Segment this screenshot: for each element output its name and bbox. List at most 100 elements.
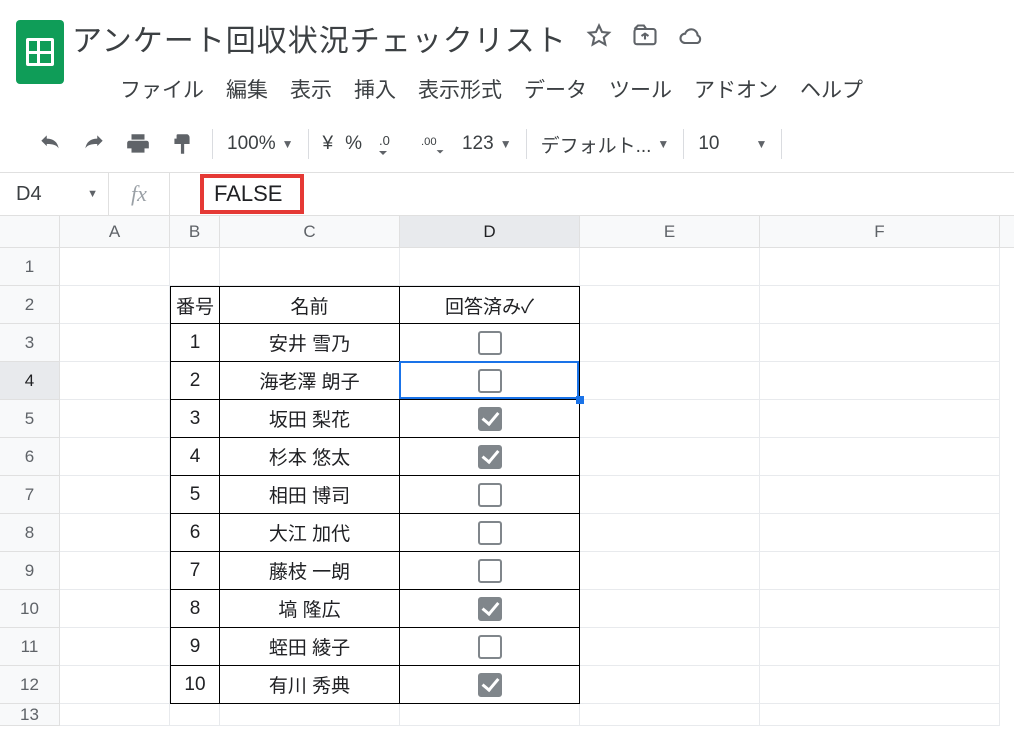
percent-button[interactable]: % [345, 133, 362, 155]
row-header-9[interactable]: 9 [0, 552, 60, 590]
cell-F5[interactable] [760, 400, 1000, 438]
row-header-10[interactable]: 10 [0, 590, 60, 628]
cell-A4[interactable] [60, 362, 170, 400]
cell-B9[interactable]: 7 [170, 552, 220, 590]
cell-A1[interactable] [60, 248, 170, 286]
checkbox[interactable] [478, 407, 502, 431]
cell-E1[interactable] [580, 248, 760, 286]
cell-E7[interactable] [580, 476, 760, 514]
cell-B5[interactable]: 3 [170, 400, 220, 438]
menu-format[interactable]: 表示形式 [418, 74, 502, 104]
cell-C12[interactable]: 有川 秀典 [220, 666, 400, 704]
star-icon[interactable] [585, 22, 613, 55]
cell-D6[interactable] [400, 438, 580, 476]
cell-C2[interactable]: 名前 [220, 286, 400, 324]
menu-file[interactable]: ファイル [120, 74, 204, 104]
cell-B11[interactable]: 9 [170, 628, 220, 666]
row-header-7[interactable]: 7 [0, 476, 60, 514]
print-button[interactable] [122, 128, 154, 160]
col-header-D[interactable]: D [400, 216, 580, 247]
decrease-decimals-button[interactable]: .0 [374, 128, 406, 160]
checkbox[interactable] [478, 369, 502, 393]
cell-F10[interactable] [760, 590, 1000, 628]
col-header-A[interactable]: A [60, 216, 170, 247]
cell-E4[interactable] [580, 362, 760, 400]
cell-D10[interactable] [400, 590, 580, 628]
row-header-11[interactable]: 11 [0, 628, 60, 666]
menu-data[interactable]: データ [524, 74, 587, 104]
move-icon[interactable] [631, 22, 659, 55]
cell-D8[interactable] [400, 514, 580, 552]
doc-title[interactable]: アンケート回収状況チェックリスト [72, 16, 567, 60]
menu-addons[interactable]: アドオン [694, 74, 778, 104]
menu-insert[interactable]: 挿入 [354, 74, 396, 104]
cell-B2[interactable]: 番号 [170, 286, 220, 324]
menu-help[interactable]: ヘルプ [800, 74, 863, 104]
cell-D2[interactable]: 回答済み✓ [400, 286, 580, 324]
cell-D13[interactable] [400, 704, 580, 726]
cell-F1[interactable] [760, 248, 1000, 286]
cell-F4[interactable] [760, 362, 1000, 400]
cell-B13[interactable] [170, 704, 220, 726]
cell-A13[interactable] [60, 704, 170, 726]
row-header-3[interactable]: 3 [0, 324, 60, 362]
cell-C3[interactable]: 安井 雪乃 [220, 324, 400, 362]
formula-bar-value[interactable]: FALSE [200, 174, 304, 214]
cell-C6[interactable]: 杉本 悠太 [220, 438, 400, 476]
redo-button[interactable] [78, 128, 110, 160]
cell-F3[interactable] [760, 324, 1000, 362]
cell-F9[interactable] [760, 552, 1000, 590]
checkbox[interactable] [478, 445, 502, 469]
cell-D3[interactable] [400, 324, 580, 362]
cell-C11[interactable]: 蛭田 綾子 [220, 628, 400, 666]
cell-A9[interactable] [60, 552, 170, 590]
col-header-C[interactable]: C [220, 216, 400, 247]
cloud-icon[interactable] [677, 22, 705, 55]
cell-A3[interactable] [60, 324, 170, 362]
cell-E13[interactable] [580, 704, 760, 726]
cell-C9[interactable]: 藤枝 一朗 [220, 552, 400, 590]
cell-B6[interactable]: 4 [170, 438, 220, 476]
name-box[interactable]: D4▼ [0, 173, 108, 215]
cell-D11[interactable] [400, 628, 580, 666]
cell-D7[interactable] [400, 476, 580, 514]
cell-B12[interactable]: 10 [170, 666, 220, 704]
cell-C13[interactable] [220, 704, 400, 726]
col-header-E[interactable]: E [580, 216, 760, 247]
increase-decimals-button[interactable]: .00 [418, 128, 450, 160]
menu-tools[interactable]: ツール [609, 74, 672, 104]
checkbox[interactable] [478, 521, 502, 545]
menu-edit[interactable]: 編集 [226, 74, 268, 104]
fill-handle[interactable] [576, 396, 584, 404]
checkbox[interactable] [478, 597, 502, 621]
row-header-5[interactable]: 5 [0, 400, 60, 438]
undo-button[interactable] [34, 128, 66, 160]
row-header-12[interactable]: 12 [0, 666, 60, 704]
row-header-1[interactable]: 1 [0, 248, 60, 286]
cell-A5[interactable] [60, 400, 170, 438]
cell-C8[interactable]: 大江 加代 [220, 514, 400, 552]
cell-E10[interactable] [580, 590, 760, 628]
cell-F13[interactable] [760, 704, 1000, 726]
row-header-6[interactable]: 6 [0, 438, 60, 476]
col-header-B[interactable]: B [170, 216, 220, 247]
checkbox[interactable] [478, 673, 502, 697]
checkbox[interactable] [478, 331, 502, 355]
cell-D12[interactable] [400, 666, 580, 704]
cell-E12[interactable] [580, 666, 760, 704]
zoom-dropdown[interactable]: 100%▼ [227, 133, 294, 155]
cell-B1[interactable] [170, 248, 220, 286]
cell-A7[interactable] [60, 476, 170, 514]
checkbox[interactable] [478, 635, 502, 659]
cell-E3[interactable] [580, 324, 760, 362]
col-header-F[interactable]: F [760, 216, 1000, 247]
font-dropdown[interactable]: デフォルト...▼ [541, 131, 670, 158]
cell-C4[interactable]: 海老澤 朗子 [220, 362, 400, 400]
cell-B7[interactable]: 5 [170, 476, 220, 514]
cell-A2[interactable] [60, 286, 170, 324]
cell-E9[interactable] [580, 552, 760, 590]
checkbox[interactable] [478, 483, 502, 507]
cell-D9[interactable] [400, 552, 580, 590]
menu-view[interactable]: 表示 [290, 74, 332, 104]
cell-A8[interactable] [60, 514, 170, 552]
